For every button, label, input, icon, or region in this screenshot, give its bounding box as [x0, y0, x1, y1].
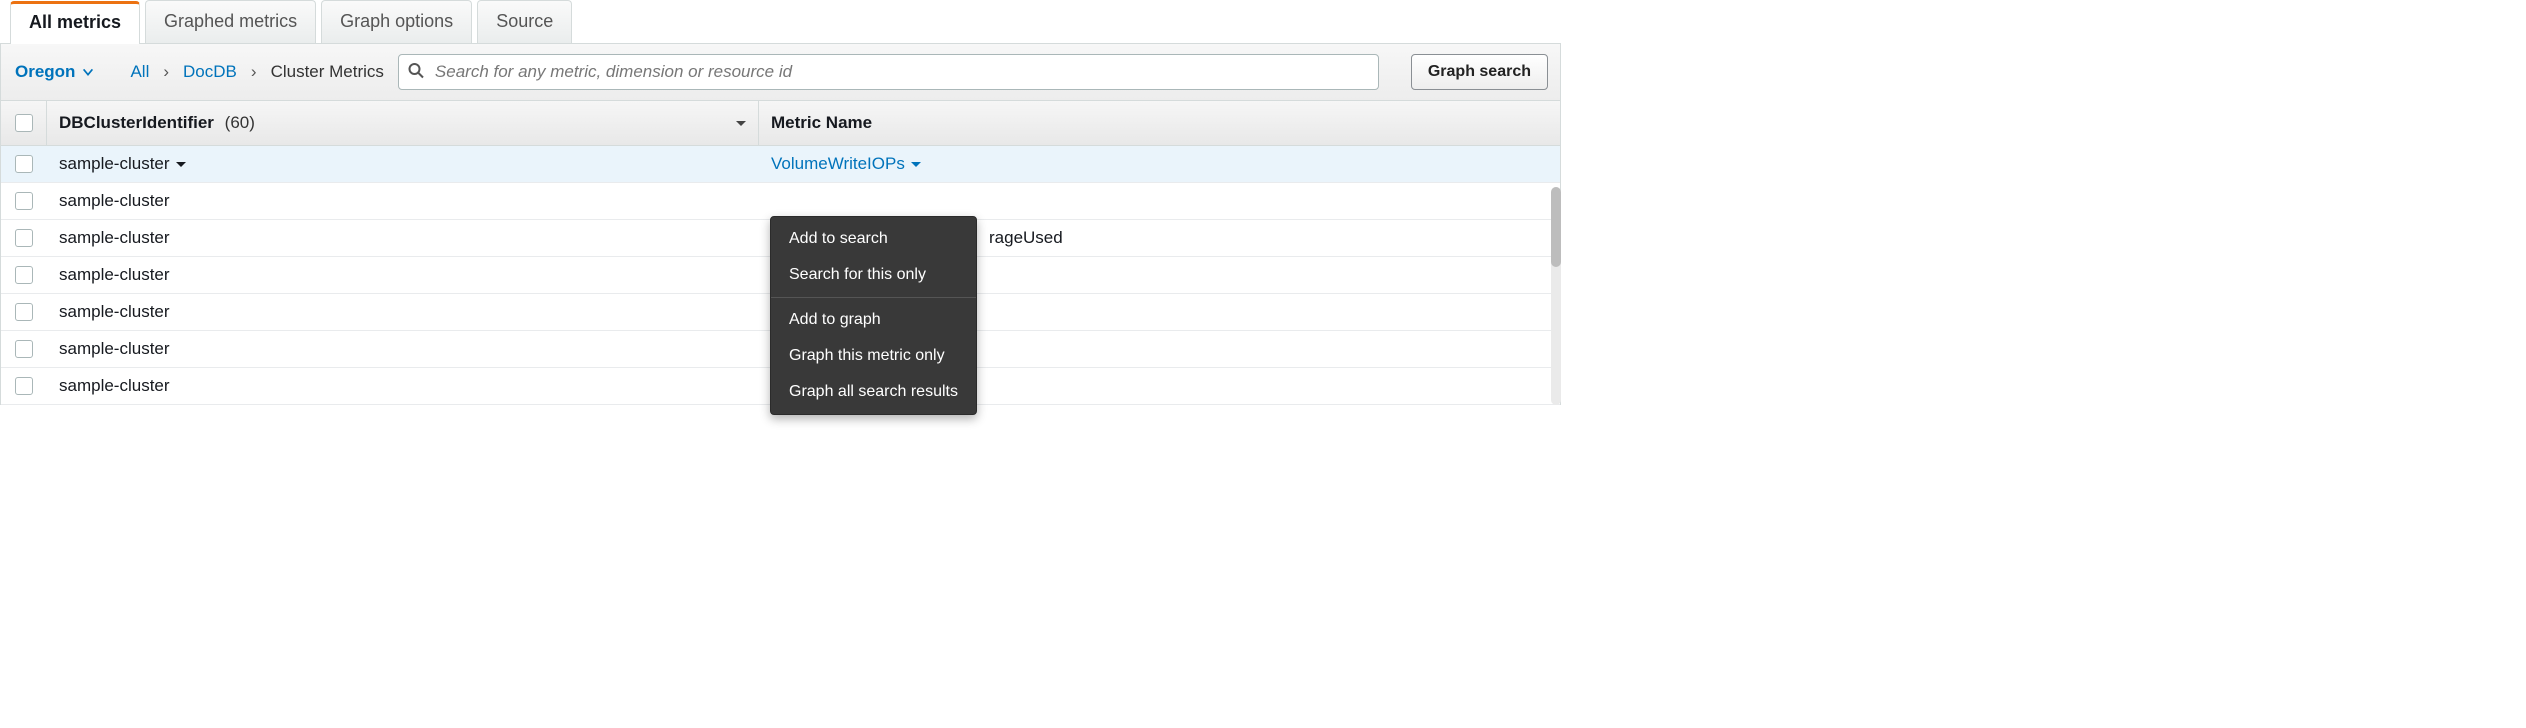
region-dropdown[interactable]: Oregon	[13, 62, 105, 82]
breadcrumb: All › DocDB › Cluster Metrics	[130, 62, 383, 82]
row-checkbox[interactable]	[15, 155, 33, 173]
cluster-label: sample-cluster	[59, 154, 170, 174]
tab-source[interactable]: Source	[477, 0, 572, 43]
table-row[interactable]: sample-cluster	[1, 183, 1560, 220]
menu-add-to-graph[interactable]: Add to graph	[771, 302, 976, 338]
tab-all-metrics[interactable]: All metrics	[10, 1, 140, 44]
metric-cell[interactable]: VolumeWriteIOPs	[771, 154, 921, 174]
row-checkbox[interactable]	[15, 192, 33, 210]
cluster-label: sample-cluster	[59, 376, 170, 396]
tabs-bar: All metrics Graphed metrics Graph option…	[0, 0, 1561, 44]
cluster-label: sample-cluster	[59, 302, 170, 322]
column-header-label: DBClusterIdentifier	[59, 113, 214, 132]
breadcrumb-current: Cluster Metrics	[271, 62, 384, 82]
filter-bar: Oregon All › DocDB › Cluster Metrics Gra…	[0, 44, 1561, 101]
scrollbar-thumb[interactable]	[1551, 187, 1561, 267]
chevron-down-icon	[81, 65, 95, 79]
column-count: (60)	[225, 113, 255, 132]
menu-search-for-this-only[interactable]: Search for this only	[771, 257, 976, 293]
search-box	[398, 54, 1379, 90]
table-header: DBClusterIdentifier (60) Metric Name	[0, 101, 1561, 146]
table-row[interactable]: sample-cluster VolumeWriteIOPs	[1, 146, 1560, 183]
cluster-label: sample-cluster	[59, 339, 170, 359]
scrollbar-track[interactable]	[1551, 187, 1561, 405]
breadcrumb-all[interactable]: All	[130, 62, 149, 82]
context-menu: Add to search Search for this only Add t…	[770, 216, 977, 415]
tab-graphed-metrics[interactable]: Graphed metrics	[145, 0, 316, 43]
row-checkbox[interactable]	[15, 266, 33, 284]
region-label: Oregon	[15, 62, 75, 82]
column-header-dbclusteridentifier[interactable]: DBClusterIdentifier (60)	[47, 101, 759, 145]
chevron-down-icon	[911, 162, 921, 167]
menu-graph-this-metric-only[interactable]: Graph this metric only	[771, 338, 976, 374]
metric-label: VolumeWriteIOPs	[771, 154, 905, 174]
select-all-checkbox[interactable]	[15, 114, 33, 132]
cluster-cell[interactable]: sample-cluster	[59, 154, 186, 174]
chevron-down-icon	[176, 162, 186, 167]
cluster-label: sample-cluster	[59, 191, 170, 211]
header-checkbox-cell	[1, 101, 47, 145]
graph-search-button[interactable]: Graph search	[1411, 54, 1548, 90]
menu-graph-all-search-results[interactable]: Graph all search results	[771, 374, 976, 410]
cluster-label: sample-cluster	[59, 265, 170, 285]
column-header-metric-name[interactable]: Metric Name	[759, 101, 1560, 145]
sort-caret-icon	[736, 121, 746, 126]
cluster-label: sample-cluster	[59, 228, 170, 248]
tab-graph-options[interactable]: Graph options	[321, 0, 472, 43]
menu-add-to-search[interactable]: Add to search	[771, 221, 976, 257]
chevron-right-icon: ›	[251, 62, 257, 82]
row-checkbox[interactable]	[15, 229, 33, 247]
search-input[interactable]	[398, 54, 1379, 90]
chevron-right-icon: ›	[163, 62, 169, 82]
breadcrumb-service[interactable]: DocDB	[183, 62, 237, 82]
row-checkbox[interactable]	[15, 303, 33, 321]
column-header-label: Metric Name	[771, 113, 872, 133]
row-checkbox[interactable]	[15, 340, 33, 358]
row-checkbox[interactable]	[15, 377, 33, 395]
